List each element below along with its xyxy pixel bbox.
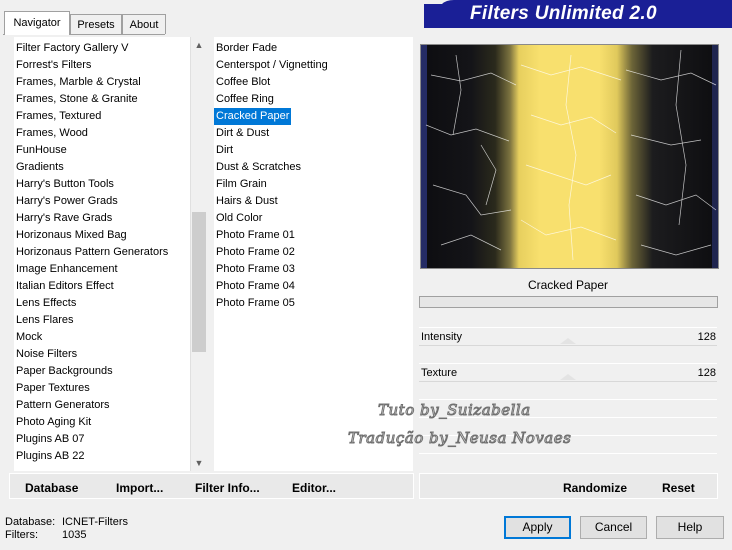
category-list-item[interactable]: Mock (14, 329, 44, 346)
filter-list-item[interactable]: Photo Frame 01 (214, 227, 297, 244)
category-list-item[interactable]: Plugins AB 22 (14, 448, 87, 465)
filter-list-item[interactable]: Coffee Blot (214, 74, 272, 91)
intensity-slider-track[interactable] (419, 345, 717, 346)
filter-list-item[interactable]: Dirt & Dust (214, 125, 271, 142)
texture-label: Texture (421, 367, 458, 379)
intensity-slider-thumb[interactable] (560, 338, 576, 344)
filter-info-button[interactable]: Filter Info... (195, 481, 260, 495)
filter-list-item[interactable]: Old Color (214, 210, 264, 227)
help-button[interactable]: Help (656, 516, 724, 539)
category-list-item[interactable]: Harry's Rave Grads (14, 210, 114, 227)
category-list-item[interactable]: Horizonaus Pattern Generators (14, 244, 170, 261)
intensity-label: Intensity (421, 331, 462, 343)
category-list-item[interactable]: Harry's Button Tools (14, 176, 116, 193)
filter-list-item[interactable]: Photo Frame 04 (214, 278, 297, 295)
category-list-item[interactable]: Plugins AB 07 (14, 431, 87, 448)
tab-navigator[interactable]: Navigator (4, 11, 70, 35)
category-list-item[interactable]: Paper Textures (14, 380, 92, 397)
progress-bar (419, 296, 718, 308)
database-status-value: ICNET-Filters (62, 516, 128, 528)
slider-divider (419, 327, 717, 328)
preview-image (420, 44, 719, 269)
tab-presets[interactable]: Presets (70, 14, 122, 34)
texture-slider-thumb[interactable] (560, 374, 576, 380)
import-button[interactable]: Import... (116, 481, 163, 495)
category-list-item[interactable]: Italian Editors Effect (14, 278, 116, 295)
category-list-item[interactable]: Filter Factory Gallery V (14, 40, 130, 57)
app-title: Filters Unlimited 2.0 (470, 3, 657, 24)
editor-button[interactable]: Editor... (292, 481, 336, 495)
filter-list-item[interactable]: Photo Frame 03 (214, 261, 297, 278)
randomize-button[interactable]: Randomize (563, 481, 627, 495)
category-list-item[interactable]: Forrest's Filters (14, 57, 93, 74)
filter-list-item[interactable]: Hairs & Dust (214, 193, 280, 210)
filter-list-item[interactable]: Border Fade (214, 40, 279, 57)
tab-about[interactable]: About (122, 14, 166, 34)
slider-divider (419, 363, 717, 364)
category-list[interactable]: Filter Factory Gallery V Forrest's Filter… (14, 37, 190, 471)
chevron-down-icon[interactable]: ▼ (191, 455, 207, 471)
filter-list-item[interactable]: Photo Frame 05 (214, 295, 297, 312)
watermark-line-2: Tradução by_Neusa Novaes (347, 429, 572, 448)
filter-list-item[interactable]: Film Grain (214, 176, 269, 193)
filters-status-value: 1035 (62, 529, 87, 541)
cancel-button[interactable]: Cancel (580, 516, 647, 539)
category-list-item[interactable]: Paper Backgrounds (14, 363, 115, 380)
reset-button[interactable]: Reset (662, 481, 695, 495)
category-list-item[interactable]: Frames, Marble & Crystal (14, 74, 143, 91)
slider-divider (419, 453, 717, 454)
chevron-up-icon[interactable]: ▲ (191, 37, 207, 53)
filters-status-label: Filters: (5, 529, 38, 541)
filter-list-item[interactable]: Photo Frame 02 (214, 244, 297, 261)
category-list-item[interactable]: Noise Filters (14, 346, 79, 363)
category-list-item[interactable]: Lens Flares (14, 312, 75, 329)
category-list-item[interactable]: FunHouse (14, 142, 69, 159)
category-scrollbar[interactable]: ▲ ▼ (190, 37, 207, 471)
category-list-item[interactable]: Pattern Generators (14, 397, 112, 414)
category-list-item[interactable]: Photo Aging Kit (14, 414, 93, 431)
category-list-item[interactable]: Frames, Stone & Granite (14, 91, 140, 108)
apply-button[interactable]: Apply (504, 516, 571, 539)
category-list-item[interactable]: Horizonaus Mixed Bag (14, 227, 129, 244)
preview-filter-name: Cracked Paper (527, 278, 609, 292)
filter-list-item[interactable]: Cracked Paper (214, 108, 292, 125)
database-status-label: Database: (5, 516, 56, 528)
filter-list-item[interactable]: Centerspot / Vignetting (214, 57, 330, 74)
cracked-paper-preview (421, 45, 718, 268)
category-list-item[interactable]: Lens Effects (14, 295, 78, 312)
texture-value[interactable]: 128 (680, 367, 716, 379)
category-list-item[interactable]: Gradients (14, 159, 66, 176)
database-button[interactable]: Database (25, 481, 78, 495)
filter-list-item[interactable]: Coffee Ring (214, 91, 276, 108)
category-list-item[interactable]: Frames, Wood (14, 125, 90, 142)
texture-slider-track[interactable] (419, 381, 717, 382)
category-list-item[interactable]: Harry's Power Grads (14, 193, 120, 210)
intensity-value[interactable]: 128 (680, 331, 716, 343)
slider-divider (419, 399, 717, 400)
filter-list-item[interactable]: Dust & Scratches (214, 159, 303, 176)
scrollbar-thumb[interactable] (192, 212, 206, 352)
watermark-line-1: Tuto by_Suizabella (378, 401, 531, 420)
filter-list-item[interactable]: Dirt (214, 142, 235, 159)
category-list-item[interactable]: Frames, Textured (14, 108, 103, 125)
category-list-item[interactable]: Image Enhancement (14, 261, 120, 278)
